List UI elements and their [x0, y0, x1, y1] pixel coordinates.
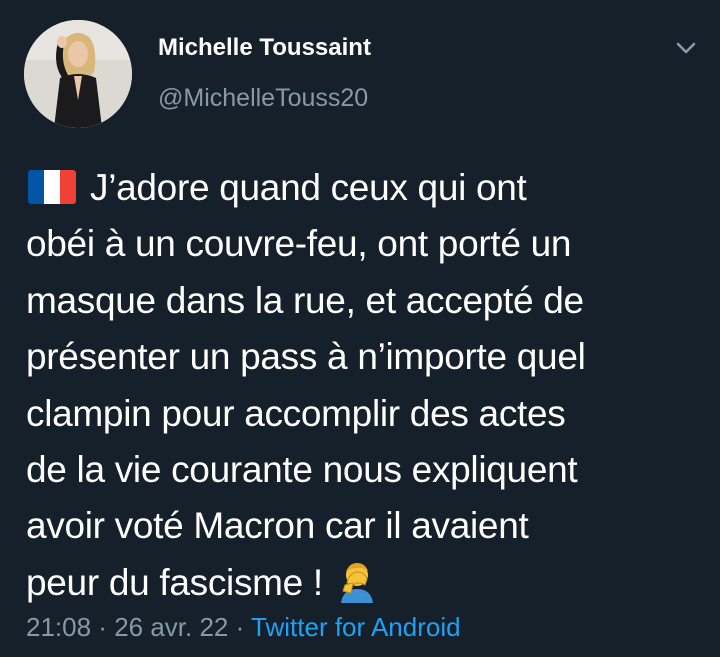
tweet-text: J’adore quand ceux qui ont obéi à un cou…: [26, 160, 706, 611]
tweet-line: clampin pour accomplir des actes: [26, 392, 566, 434]
tweet-line: de la vie courante nous expliquent: [26, 449, 578, 491]
tweet-line: avoir voté Macron car il avaient: [26, 505, 529, 547]
tweet-source-link[interactable]: Twitter for Android: [251, 612, 461, 642]
tweet-line: masque dans la rue, et accepté de: [26, 279, 584, 321]
display-name[interactable]: Michelle Toussaint: [158, 34, 371, 62]
meta-separator: ·: [228, 612, 252, 642]
tweet-line: peur du fascisme !: [26, 555, 706, 611]
meta-separator: ·: [91, 612, 115, 642]
facepalm-icon: [337, 559, 377, 604]
tweet-meta: 21:08 · 26 avr. 22 · Twitter for Android: [26, 612, 461, 643]
user-handle[interactable]: @MichelleTouss20: [158, 84, 368, 113]
tweet-card: Michelle Toussaint @MichelleTouss20 J’ad…: [0, 0, 720, 657]
tweet-time[interactable]: 21:08: [26, 612, 91, 642]
tweet-line: présenter un pass à n’importe quel: [26, 336, 586, 378]
avatar[interactable]: [24, 20, 132, 128]
tweet-line: J’adore quand ceux qui ont: [26, 160, 706, 216]
french-flag-icon: [28, 170, 76, 205]
chevron-down-icon[interactable]: [672, 36, 700, 60]
tweet-line: obéi à un couvre-feu, ont porté un: [26, 223, 572, 265]
tweet-date[interactable]: 26 avr. 22: [114, 612, 228, 642]
